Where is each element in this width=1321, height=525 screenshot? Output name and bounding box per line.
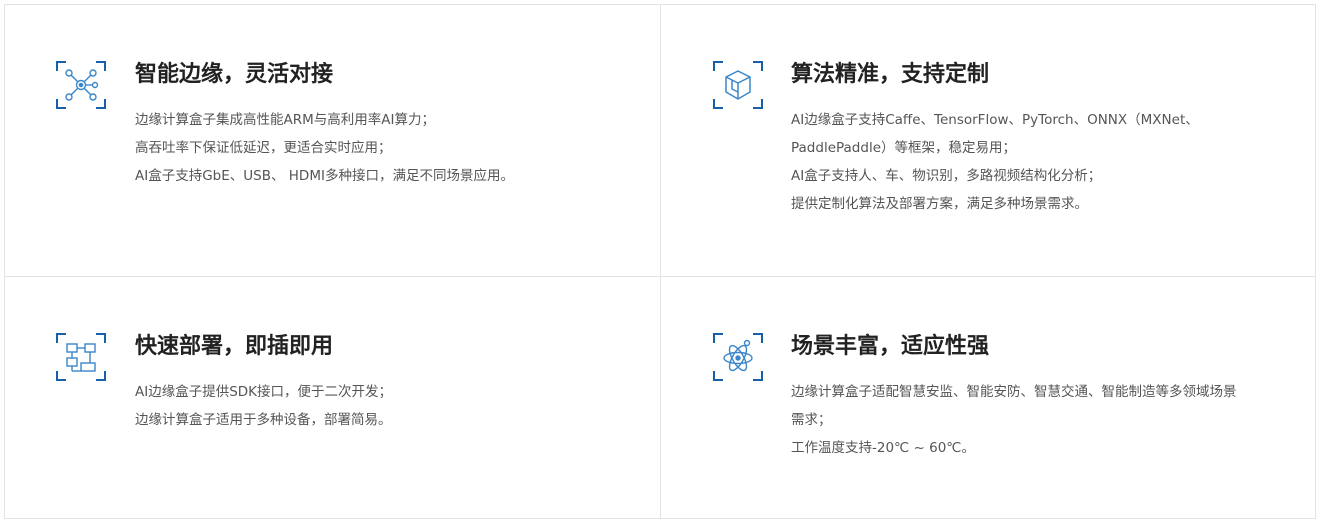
description-line: PaddlePaddle）等框架，稳定易用； xyxy=(791,140,1017,156)
feature-description: 边缘计算盒子适配智慧安监、智能安防、智慧交通、智能制造等多领域场景 需求； 工作… xyxy=(791,378,1237,462)
description-line: 工作温度支持-20℃ ~ 60℃。 xyxy=(791,440,975,456)
feature-description: AI边缘盒子提供SDK接口，便于二次开发； 边缘计算盒子适用于多种设备，部署简易… xyxy=(135,378,392,434)
feature-title: 快速部署，即插即用 xyxy=(135,334,334,359)
description-line: AI盒子支持人、车、物识别，多路视频结构化分析； xyxy=(791,168,1102,184)
description-line: AI边缘盒子提供SDK接口，便于二次开发； xyxy=(135,384,393,400)
flowchart-icon xyxy=(55,331,107,383)
cube-icon xyxy=(712,59,764,111)
vertical-divider xyxy=(660,5,661,518)
description-line: 高吞吐率下保证低延迟，更适合实时应用； xyxy=(135,140,392,156)
atom-icon xyxy=(712,331,764,383)
description-line: 需求； xyxy=(791,412,832,428)
description-line: 提供定制化算法及部署方案，满足多种场景需求。 xyxy=(791,196,1088,212)
horizontal-divider xyxy=(5,276,1315,277)
feature-description: AI边缘盒子支持Caffe、TensorFlow、PyTorch、ONNX（MX… xyxy=(791,106,1199,218)
description-line: AI盒子支持GbE、USB、 HDMI多种接口，满足不同场景应用。 xyxy=(135,168,514,184)
feature-description: 边缘计算盒子集成高性能ARM与高利用率AI算力； 高吞吐率下保证低延迟，更适合实… xyxy=(135,106,514,190)
network-node-icon xyxy=(55,59,107,111)
feature-title: 场景丰富，适应性强 xyxy=(791,334,990,359)
description-line: 边缘计算盒子适用于多种设备，部署简易。 xyxy=(135,412,392,428)
description-line: AI边缘盒子支持Caffe、TensorFlow、PyTorch、ONNX（MX… xyxy=(791,112,1199,128)
description-line: 边缘计算盒子集成高性能ARM与高利用率AI算力； xyxy=(135,112,435,128)
feature-title: 智能边缘，灵活对接 xyxy=(135,62,334,87)
description-line: 边缘计算盒子适配智慧安监、智能安防、智慧交通、智能制造等多领域场景 xyxy=(791,384,1237,400)
feature-title: 算法精准，支持定制 xyxy=(791,62,990,87)
